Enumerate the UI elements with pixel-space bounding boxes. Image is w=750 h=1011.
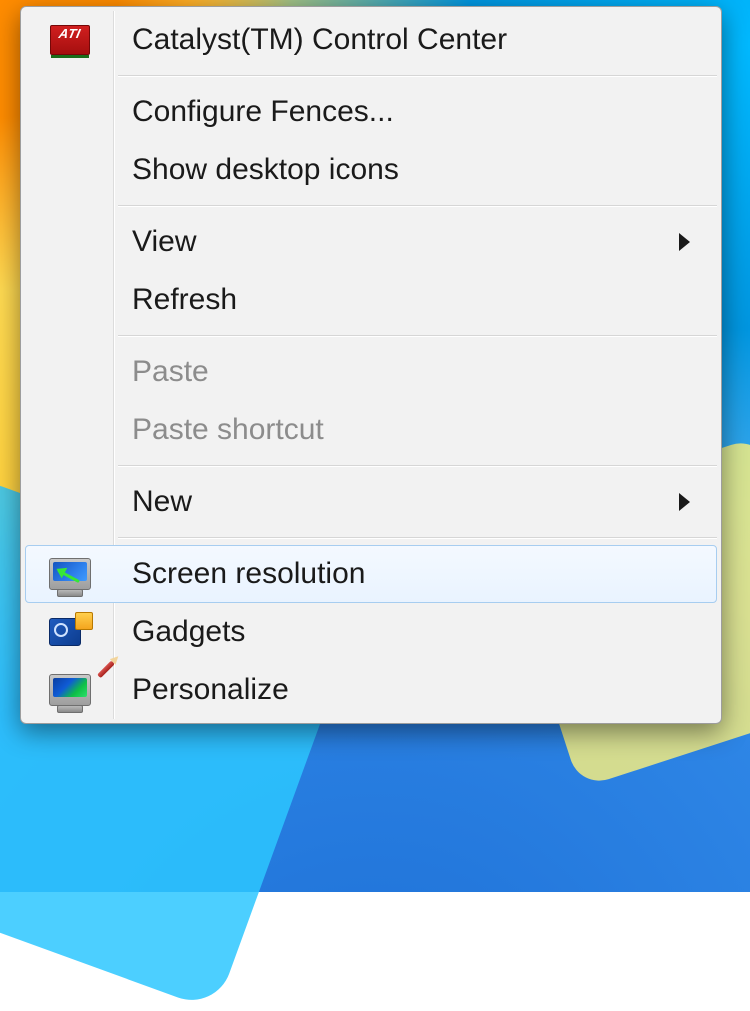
menu-separator — [118, 205, 717, 207]
menu-separator — [118, 75, 717, 77]
menu-item-label: Configure Fences... — [114, 95, 394, 129]
menu-item-paste: Paste — [25, 343, 717, 401]
menu-item-screen-resolution[interactable]: Screen resolution — [25, 545, 717, 603]
menu-item-personalize[interactable]: Personalize — [25, 661, 717, 719]
menu-item-label: Paste shortcut — [114, 413, 324, 447]
menu-item-view[interactable]: View — [25, 213, 717, 271]
menu-item-label: Screen resolution — [114, 557, 365, 591]
menu-item-gadgets[interactable]: Gadgets — [25, 603, 717, 661]
menu-item-label: Gadgets — [114, 615, 245, 649]
menu-item-label: Refresh — [114, 283, 237, 317]
ati-icon: ATI — [26, 12, 114, 68]
menu-separator — [118, 335, 717, 337]
menu-item-configure-fences[interactable]: Configure Fences... — [25, 83, 717, 141]
menu-separator — [118, 537, 717, 539]
menu-item-show-desktop-icons[interactable]: Show desktop icons — [25, 141, 717, 199]
screen-resolution-icon — [26, 546, 114, 602]
menu-item-label: Catalyst(TM) Control Center — [114, 23, 507, 57]
desktop-context-menu: ATI Catalyst(TM) Control Center Configur… — [20, 6, 722, 724]
submenu-arrow-icon — [679, 493, 690, 511]
menu-item-paste-shortcut: Paste shortcut — [25, 401, 717, 459]
menu-item-label: New — [114, 485, 192, 519]
menu-item-refresh[interactable]: Refresh — [25, 271, 717, 329]
menu-item-label: View — [114, 225, 196, 259]
menu-separator — [118, 465, 717, 467]
menu-item-label: Paste — [114, 355, 209, 389]
personalize-icon — [26, 662, 114, 718]
menu-item-label: Personalize — [114, 673, 289, 707]
menu-item-label: Show desktop icons — [114, 153, 399, 187]
submenu-arrow-icon — [679, 233, 690, 251]
gadgets-icon — [26, 604, 114, 660]
menu-item-new[interactable]: New — [25, 473, 717, 531]
menu-item-catalyst-control-center[interactable]: ATI Catalyst(TM) Control Center — [25, 11, 717, 69]
